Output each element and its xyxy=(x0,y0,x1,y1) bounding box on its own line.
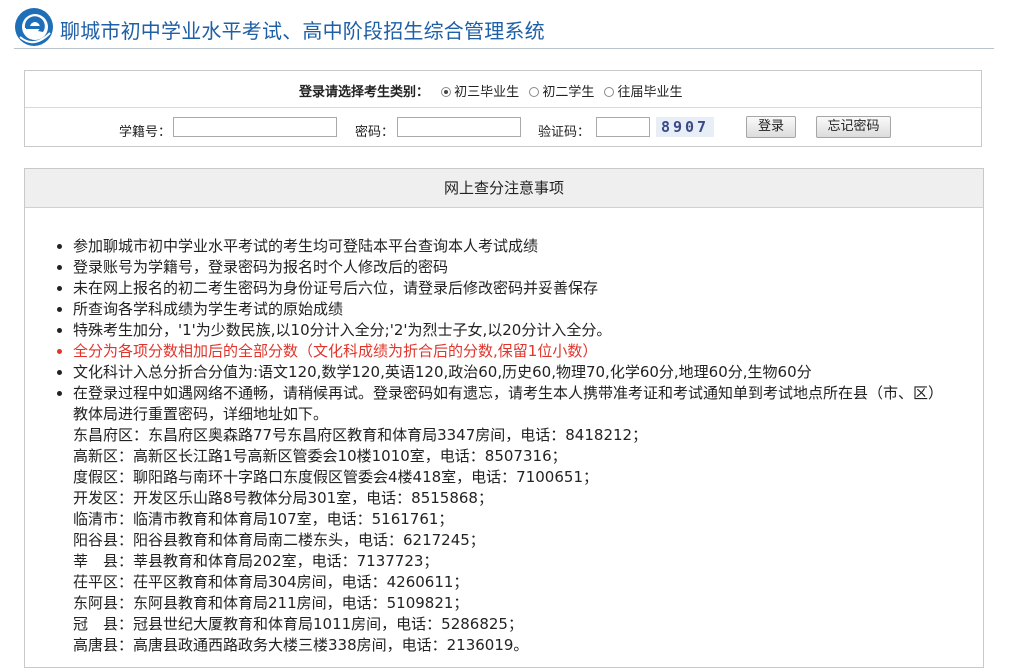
office-address: 高新区：高新区长江路1号高新区管委会10楼1010室，电话：8507316； xyxy=(73,447,567,465)
notice-title: 网上查分注意事项 xyxy=(25,169,983,208)
notice-panel: 网上查分注意事项 参加聊城市初中学业水平考试的考生均可登陆本平台查询本人考试成绩… xyxy=(24,168,984,668)
password-input[interactable] xyxy=(397,117,521,137)
list-item: 特殊考生加分，'1'为少数民族,以10分计入全分;'2'为烈士子女,以20分计入… xyxy=(73,320,983,341)
radio-icon[interactable] xyxy=(604,87,615,97)
list-item: 所查询各学科成绩为学生考试的原始成绩 xyxy=(73,299,983,320)
office-address: 高唐县：高唐县政通西路政务大楼三楼338房间，电话：2136019。 xyxy=(73,636,529,654)
office-address: 开发区：开发区乐山路8号教体分局301室，电话：8515868； xyxy=(73,489,493,507)
office-address: 临清市：临清市教育和体育局107室，电话：5161761； xyxy=(73,510,454,528)
category-option-previous[interactable]: 往届毕业生 xyxy=(604,81,682,100)
list-item: 文化科计入总分折合分值为:语文120,数学120,英语120,政治60,历史60… xyxy=(73,362,983,383)
category-option-label: 初二学生 xyxy=(542,85,595,100)
captcha-input[interactable] xyxy=(596,117,650,137)
office-address: 莘 县：莘县教育和体育局202室，电话：7137723； xyxy=(73,552,439,570)
captcha-image[interactable]: 8907 xyxy=(656,117,714,137)
login-panel: 登录请选择考生类别： 初三毕业生 初二学生 往届毕业生 学籍号： 密码： 验证码… xyxy=(24,70,982,147)
radio-icon[interactable] xyxy=(529,87,540,97)
logo-icon xyxy=(15,8,53,46)
list-item: 未在网上报名的初二考生密码为身份证号后六位，请登录后修改密码并妥善保存 xyxy=(73,278,983,299)
header-divider xyxy=(14,48,994,49)
credentials-row: 学籍号： 密码： 验证码： 8907 登录 忘记密码 xyxy=(25,108,981,146)
category-option-grade2[interactable]: 初二学生 xyxy=(529,81,594,100)
captcha-label: 验证码： xyxy=(538,125,591,140)
student-id-label: 学籍号： xyxy=(119,125,172,140)
office-address: 冠 县：冠县世纪大厦教育和体育局1011房间，电话：5286825； xyxy=(73,615,523,633)
list-item-highlight: 全分为各项分数相加后的全部分数（文化科成绩为折合后的分数,保留1位小数） xyxy=(73,341,983,362)
forgot-password-button[interactable]: 忘记密码 xyxy=(816,116,891,138)
office-address: 东昌府区：东昌府区奥森路77号东昌府区教育和体育局3347房间，电话：84182… xyxy=(73,426,648,444)
list-item: 参加聊城市初中学业水平考试的考生均可登陆本平台查询本人考试成绩 xyxy=(73,236,983,257)
category-option-grade3[interactable]: 初三毕业生 xyxy=(441,81,519,100)
office-address: 度假区：聊阳路与南环十字路口东度假区管委会4楼418室，电话：7100651； xyxy=(73,468,598,486)
site-title: 聊城市初中学业水平考试、高中阶段招生综合管理系统 xyxy=(60,19,545,43)
notice-list: 参加聊城市初中学业水平考试的考生均可登陆本平台查询本人考试成绩 登录账号为学籍号… xyxy=(25,208,983,656)
student-id-input[interactable] xyxy=(173,117,337,137)
header: 聊城市初中学业水平考试、高中阶段招生综合管理系统 xyxy=(0,0,1024,56)
category-row: 登录请选择考生类别： 初三毕业生 初二学生 往届毕业生 xyxy=(25,71,981,108)
list-item-offices: 在登录过程中如遇网络不通畅，请稍候再试。登录密码如有遗忘，请考生本人携带准考证和… xyxy=(73,383,983,656)
office-address: 阳谷县：阳谷县教育和体育局南二楼东头，电话：6217245； xyxy=(73,531,485,549)
category-label: 登录请选择考生类别： xyxy=(299,85,430,100)
password-label: 密码： xyxy=(355,125,395,140)
radio-icon[interactable] xyxy=(441,87,452,97)
login-button[interactable]: 登录 xyxy=(746,116,796,138)
list-item: 登录账号为学籍号，登录密码为报名时个人修改后的密码 xyxy=(73,257,983,278)
list-item-text: 在登录过程中如遇网络不通畅，请稍候再试。登录密码如有遗忘，请考生本人携带准考证和… xyxy=(73,384,944,423)
office-address: 东阿县：东阿县教育和体育局211房间，电话：5109821； xyxy=(73,594,469,612)
office-address: 茌平区：茌平区教育和体育局304房间，电话：4260611； xyxy=(73,573,469,591)
category-option-label: 往届毕业生 xyxy=(617,85,683,100)
category-option-label: 初三毕业生 xyxy=(454,85,520,100)
